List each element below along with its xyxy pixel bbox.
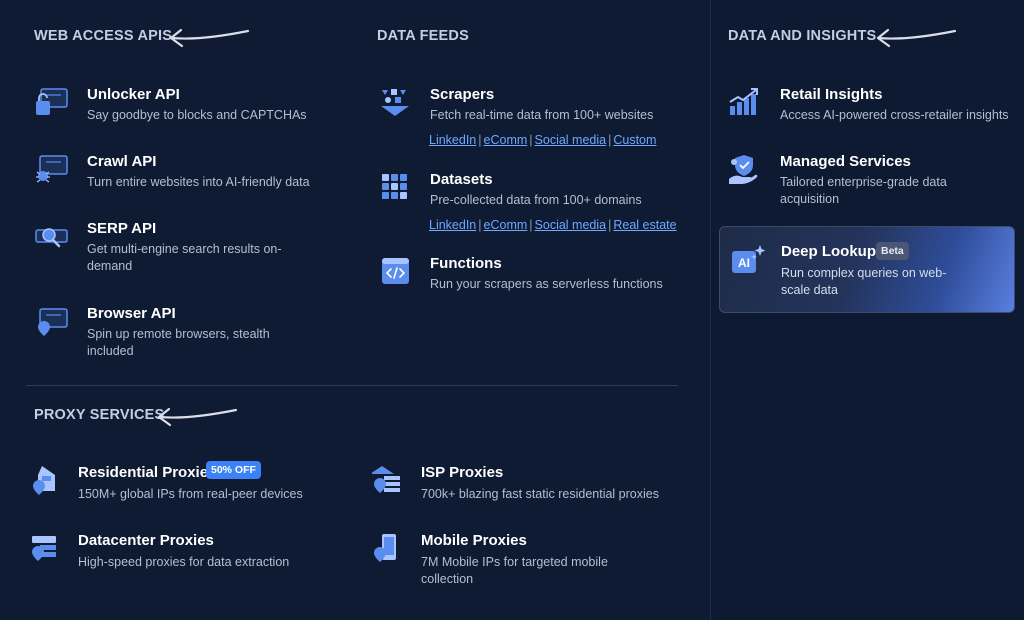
scraper-funnel-icon [381, 89, 409, 116]
datacenter-icon [32, 536, 56, 561]
search-icon [35, 228, 68, 248]
item-description: Tailored enterprise-grade data acquisiti… [780, 175, 947, 206]
item-title: Managed Services [780, 153, 911, 170]
separator: | [608, 133, 612, 147]
item-title: Scrapers [430, 86, 495, 103]
section-title-data-insights: DATA AND INSIGHTS [728, 28, 877, 44]
crawl-bug-icon [36, 155, 68, 183]
menu-item-managed-services[interactable]: Managed Services Tailored enterprise-gra… [727, 153, 1017, 213]
menu-item-serp-api[interactable]: SERP API Get multi-engine search results… [34, 220, 334, 280]
section-title-data-feeds: DATA FEEDS [377, 28, 469, 44]
server-pin-icon [372, 466, 400, 493]
item-title: Crawl API [87, 153, 157, 170]
separator: | [608, 218, 612, 232]
item-description: Say goodbye to blocks and CAPTCHAs [87, 108, 307, 122]
item-description: 150M+ global IPs from real-peer devices [78, 487, 303, 501]
item-description: Turn entire websites into AI-friendly da… [87, 175, 310, 189]
menu-item-browser-api[interactable]: Browser API Spin up remote browsers, ste… [34, 305, 334, 365]
item-title: Unlocker API [87, 86, 180, 103]
hand-drawn-arrow-icon [876, 28, 957, 48]
section-title-web-access: WEB ACCESS APIS [34, 28, 173, 44]
item-title: Residential Proxies [78, 464, 217, 481]
item-title: Mobile Proxies [421, 532, 527, 549]
item-description: Access AI-powered cross-retailer insight… [780, 108, 1009, 122]
code-icon [382, 258, 409, 284]
link-real-estate[interactable]: Real estate [613, 218, 676, 232]
chart-up-icon [729, 88, 758, 115]
item-description: Spin up remote browsers, stealth include… [87, 327, 270, 358]
link-ecomm[interactable]: eComm [484, 133, 528, 147]
link-social-media[interactable]: Social media [535, 133, 607, 147]
ai-sparkle-icon: AI [732, 245, 766, 273]
deep-lookup-title: Deep Lookup [781, 243, 877, 260]
item-description: Fetch real-time data from 100+ websites [430, 108, 654, 122]
beta-badge: Beta [876, 242, 909, 260]
ai-icon-text: AI [738, 256, 750, 270]
item-description: Pre-collected data from 100+ domains [430, 193, 642, 207]
menu-item-datasets[interactable]: Datasets Pre-collected data from 100+ do… [380, 171, 680, 215]
item-title: Browser API [87, 305, 176, 322]
menu-item-datacenter-proxies[interactable]: Datacenter Proxies High-speed proxies fo… [30, 532, 350, 576]
link-ecomm[interactable]: eComm [484, 218, 528, 232]
item-title: ISP Proxies [421, 464, 504, 481]
item-description: Get multi-engine search results on-deman… [87, 242, 282, 273]
deep-lookup-description: Run complex queries on web-scale data [781, 266, 947, 297]
menu-item-residential-proxies[interactable]: Residential Proxies 150M+ global IPs fro… [30, 464, 350, 508]
menu-item-scrapers[interactable]: Scrapers Fetch real-time data from 100+ … [380, 86, 680, 130]
item-title: Retail Insights [780, 86, 883, 103]
separator: | [478, 218, 482, 232]
item-description: 700k+ blazing fast static residential pr… [421, 487, 659, 501]
section-title-proxy-services: PROXY SERVICES [34, 407, 165, 423]
separator: | [529, 218, 533, 232]
separator: | [478, 133, 482, 147]
menu-item-functions[interactable]: Functions Run your scrapers as serverles… [380, 255, 680, 299]
item-title: Functions [430, 255, 502, 272]
unlocker-icon [36, 88, 68, 115]
menu-item-isp-proxies[interactable]: ISP Proxies 700k+ blazing fast static re… [372, 464, 692, 508]
menu-item-crawl-api[interactable]: Crawl API Turn entire websites into AI-f… [34, 153, 334, 197]
browser-icon [38, 308, 68, 336]
mobile-pin-icon [374, 534, 396, 562]
section-divider [26, 385, 678, 386]
menu-item-unlocker-api[interactable]: Unlocker API Say goodbye to blocks and C… [34, 86, 334, 130]
link-social-media[interactable]: Social media [535, 218, 607, 232]
item-description: High-speed proxies for data extraction [78, 555, 290, 569]
link-custom[interactable]: Custom [613, 133, 656, 147]
scrapers-links: LinkedIn | eComm | Social media | Custom [429, 133, 656, 147]
item-description: 7M Mobile IPs for targeted mobile collec… [421, 555, 608, 586]
deep-lookup-card[interactable]: AI Deep Lookup Beta Run complex queries … [719, 226, 1015, 313]
datasets-links: LinkedIn | eComm | Social media | Real estate [429, 218, 677, 232]
item-description: Run your scrapers as serverless function… [430, 277, 663, 291]
hand-drawn-arrow-icon [157, 407, 238, 427]
item-title: Datacenter Proxies [78, 532, 214, 549]
menu-item-retail-insights[interactable]: Retail Insights Access AI-powered cross-… [727, 86, 1017, 130]
house-icon [33, 466, 55, 495]
discount-badge: 50% OFF [206, 461, 261, 479]
separator: | [529, 133, 533, 147]
link-linkedin[interactable]: LinkedIn [429, 218, 476, 232]
link-linkedin[interactable]: LinkedIn [429, 133, 476, 147]
grid-icon [382, 174, 407, 199]
hand-shield-icon [729, 155, 758, 184]
item-title: SERP API [87, 220, 157, 237]
menu-item-mobile-proxies[interactable]: Mobile Proxies 7M Mobile IPs for targete… [372, 532, 692, 592]
item-title: Datasets [430, 171, 493, 188]
hand-drawn-arrow-icon [169, 28, 250, 48]
